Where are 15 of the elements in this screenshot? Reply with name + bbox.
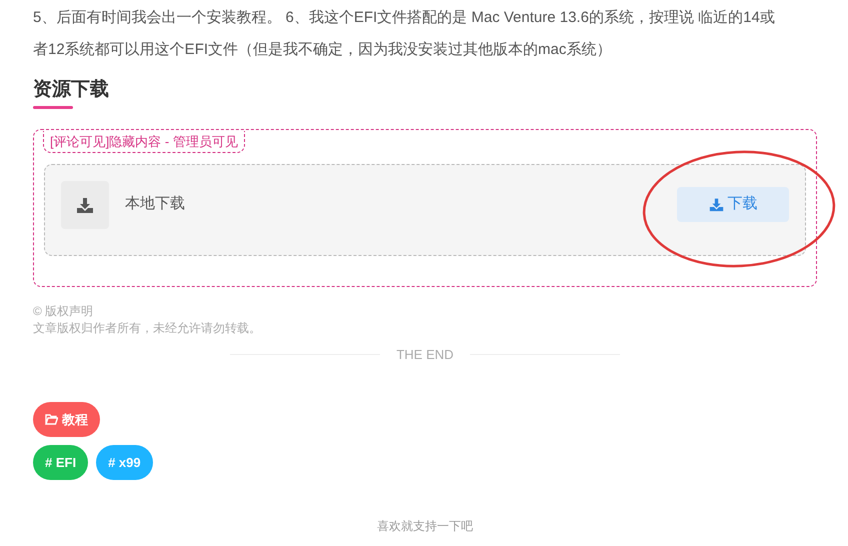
end-text: THE END [396, 346, 454, 364]
download-icon [61, 180, 109, 228]
download-icon [708, 197, 724, 212]
download-title: 本地下载 [125, 194, 185, 214]
paragraph: 5、后面有时间我会出一个安装教程。 6、我这个EFI文件搭配的是 Mac Venture 13.6的系统，按理说 临近的14或者12系统都可以用这个EFI文件（但是我不确定，因为我没安装过其他版本的mac系统） [33, 8, 776, 60]
copyright-text: 文章版权归作者所有，未经允许请勿转载。 [33, 320, 262, 336]
copyright-title: © 版权声明 [33, 302, 94, 320]
folder-icon [45, 414, 58, 425]
section-title: 资源下载 [33, 76, 109, 112]
hidden-content-label: [评论可见]隐藏内容 - 管理员可见 [43, 130, 245, 153]
support-text: 喜欢就支持一下吧 [377, 519, 473, 533]
tag-pill[interactable]: # EFI [33, 445, 88, 480]
download-button[interactable]: 下载 [677, 187, 789, 222]
tag-pill[interactable]: # x99 [96, 445, 153, 480]
category-tag[interactable]: 教程 [33, 402, 100, 437]
